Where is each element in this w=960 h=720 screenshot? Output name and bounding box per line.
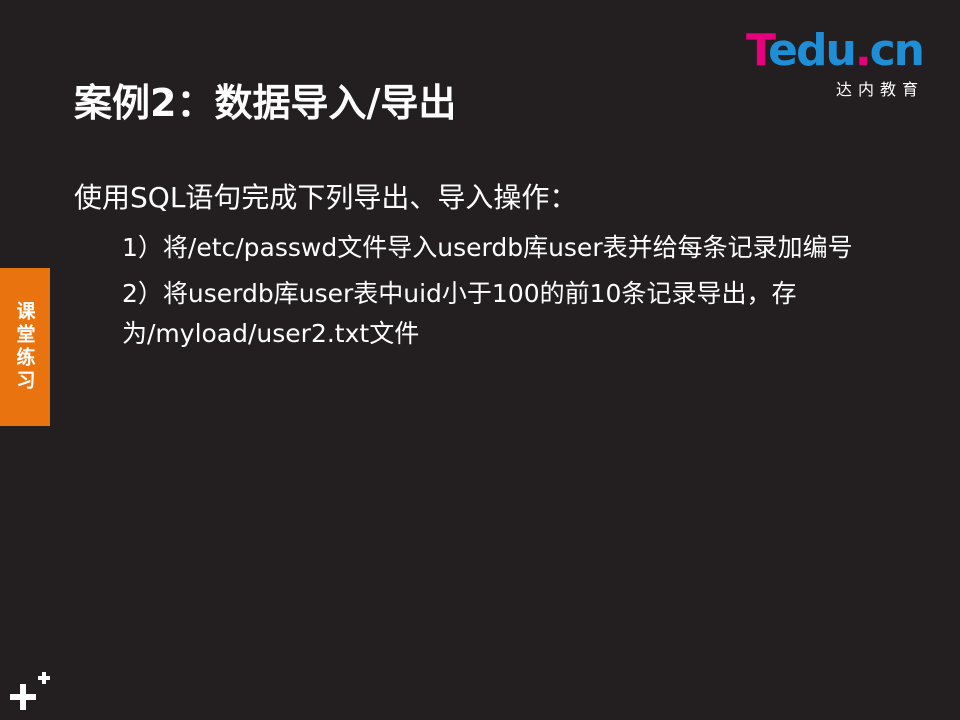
list-item: 2）将userdb库user表中uid小于100的前10条记录导出，存为/myl… [122,279,797,348]
side-tab-label: 课堂练习 [13,301,36,393]
slide-body: 使用SQL语句完成下列导出、导入操作： 1）将/etc/passwd文件导入us… [74,178,874,360]
logo-tagline: 达内教育 [835,80,924,99]
logo-letters-cn: cn [869,25,925,76]
intro-text: 使用SQL语句完成下列导出、导入操作： [74,181,578,214]
logo-dot: . [854,25,872,76]
list-item: 1）将/etc/passwd文件导入userdb库user表并给每条记录加编号 [122,233,853,262]
side-tab-classroom-exercise: 课堂练习 [0,268,50,426]
logo-letters-edu: edu [768,25,857,76]
plus-decoration-icon [10,672,50,710]
tedu-logo: Tedu.cn 达内教育 [746,28,926,100]
slide-title: 案例2：数据导入/导出 [74,81,457,125]
logo-letter-t: T [746,25,770,76]
logo-wordmark: Tedu.cn [746,25,925,76]
